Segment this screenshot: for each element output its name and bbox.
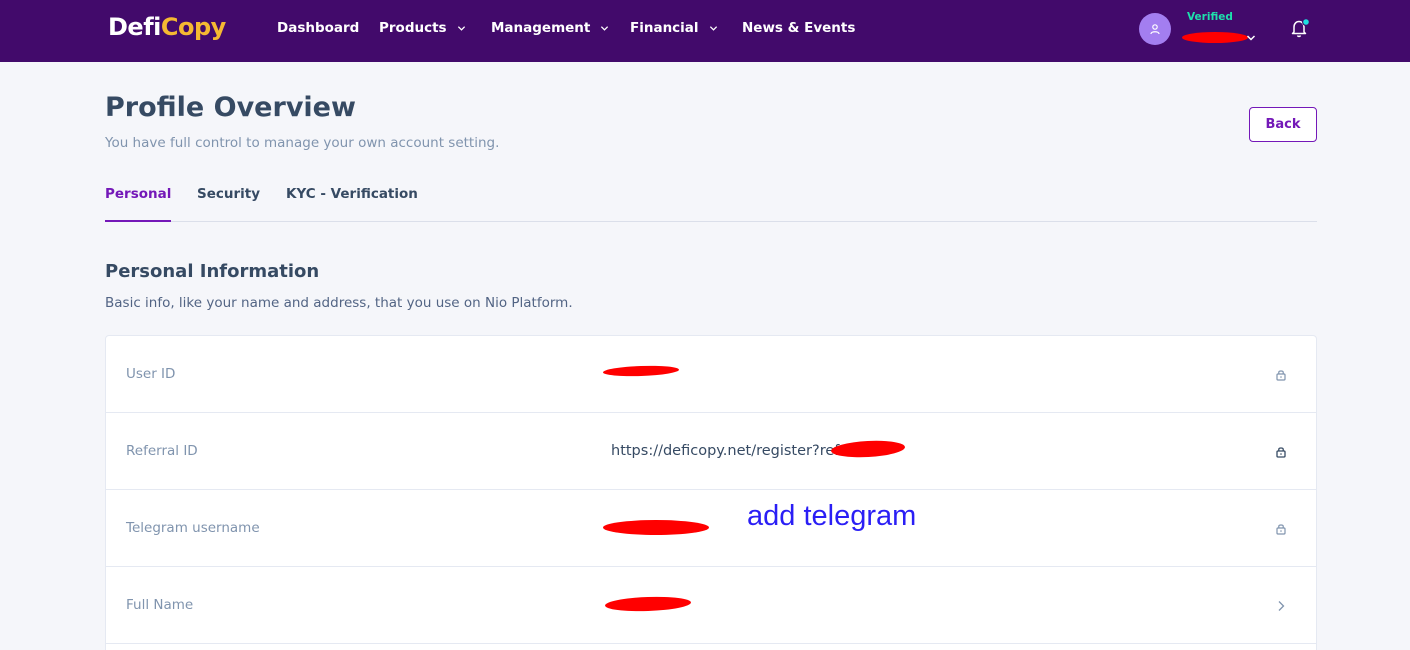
lock-icon [1276,447,1286,458]
annotation-text: add telegram [747,500,917,532]
user-icon [1150,24,1160,35]
tab-personal[interactable]: Personal [105,186,172,222]
page-title: Profile Overview [105,92,356,123]
chevron-down-icon[interactable] [1246,33,1256,43]
section-title: Personal Information [105,261,320,282]
lock-icon [1276,524,1286,535]
tab-kyc-verification[interactable]: KYC - Verification [286,186,418,222]
nav-label: Management [491,20,591,36]
logo[interactable]: DefiCopy [108,13,226,41]
redaction-mark-username [1182,32,1248,43]
nav-item-financial[interactable]: Financial [630,20,718,36]
row-label: Referral ID [126,443,198,459]
personal-info-card: User ID Referral ID https://deficopy.net… [105,335,1317,650]
row-label: Full Name [126,597,194,613]
tab-security[interactable]: Security [197,186,260,222]
nav-item-news-events[interactable]: News & Events [742,20,855,36]
nav-label: Financial [630,20,699,36]
info-row-user-id[interactable]: User ID [106,336,1316,413]
info-row-referral-id[interactable]: Referral ID https://deficopy.net/registe… [106,413,1316,490]
user-status-badge: Verified [1187,11,1233,23]
row-label: User ID [126,366,176,382]
notification-bell-icon[interactable] [1288,16,1312,40]
row-label: Telegram username [126,520,260,536]
chevron-down-icon [601,25,609,31]
chevron-down-icon [709,25,717,31]
logo-text-copy: Copy [160,13,226,41]
lock-icon [1276,370,1286,381]
nav-label: News & Events [742,20,856,36]
chevron-down-icon [457,25,465,31]
row-value: https://deficopy.net/register?ref=6 [611,443,861,459]
nav-item-products[interactable]: Products [379,20,466,36]
nav-item-management[interactable]: Management [491,20,609,36]
info-row-full-name[interactable]: Full Name [106,567,1316,644]
profile-tabs: Personal Security KYC - Verification [105,186,1317,222]
nav-label: Dashboard [277,20,360,36]
nav-label: Products [379,20,447,36]
logo-text-defi: Defi [108,13,161,41]
chevron-right-icon [1278,601,1285,611]
redaction-mark-telegram [603,520,709,535]
info-row-telegram-username[interactable]: Telegram username [106,490,1316,567]
nav-item-dashboard[interactable]: Dashboard [277,20,359,36]
section-subtitle: Basic info, like your name and address, … [105,295,573,311]
top-navbar: DefiCopy Dashboard Products Management F… [0,0,1410,62]
back-button[interactable]: Back [1249,107,1317,142]
page-subtitle: You have full control to manage your own… [105,135,500,151]
avatar[interactable] [1139,13,1171,45]
